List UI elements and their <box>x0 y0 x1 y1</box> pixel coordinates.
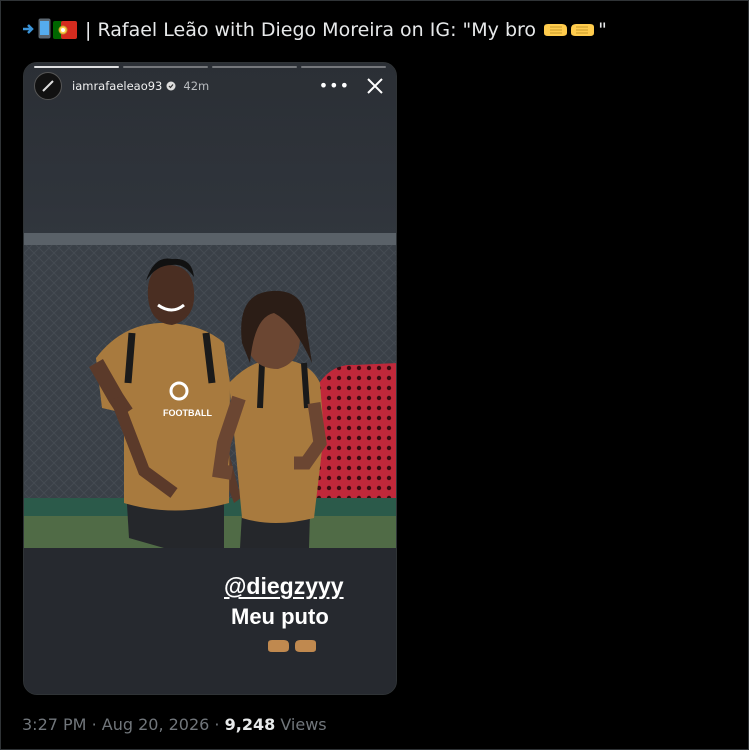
meta-separator: · <box>91 715 97 734</box>
story-header: iamrafaeleao93 42m ••• <box>34 72 388 100</box>
tweet-meta: 3:27 PM · Aug 20, 2026 · 9,248 Views <box>22 715 327 734</box>
training-photo: FOOTBALL <box>24 233 396 548</box>
views-label: Views <box>280 715 327 734</box>
tweet-date[interactable]: Aug 20, 2026 <box>102 715 210 734</box>
fist-bump-emoji <box>544 24 595 36</box>
meta-separator: · <box>214 715 220 734</box>
story-username[interactable]: iamrafaeleao93 <box>72 79 162 93</box>
fist-bump-icon <box>268 640 316 652</box>
story-time: 42m <box>183 79 210 93</box>
story-mention[interactable]: @diegzyyy <box>224 573 344 600</box>
avatar[interactable] <box>34 72 62 100</box>
verified-badge-icon <box>166 81 176 91</box>
kit-sponsor-text: FOOTBALL <box>163 408 212 418</box>
phone-icon <box>38 18 51 39</box>
story-caption-area: @diegzyyy Meu puto <box>24 548 396 694</box>
portugal-flag-icon <box>53 21 77 39</box>
tweet-text-body: | Rafael Leão with Diego Moreira on IG: … <box>85 19 537 41</box>
avatar-logo-icon <box>42 80 54 92</box>
close-icon[interactable] <box>366 77 384 95</box>
story-progress-bar <box>34 66 386 68</box>
tweet-text-closing-quote: " <box>598 19 607 41</box>
tweet-text: | Rafael Leão with Diego Moreira on IG: … <box>22 17 607 43</box>
photo-scene: FOOTBALL <box>24 233 396 548</box>
story-screenshot[interactable]: iamrafaeleao93 42m ••• FOOTBALL @diegzyy… <box>23 62 397 695</box>
arrow-in-icon <box>23 24 34 34</box>
tweet-time[interactable]: 3:27 PM <box>22 715 86 734</box>
story-caption: Meu puto <box>231 604 329 629</box>
views-count: 9,248 <box>224 715 276 734</box>
more-options-icon[interactable]: ••• <box>319 78 350 94</box>
